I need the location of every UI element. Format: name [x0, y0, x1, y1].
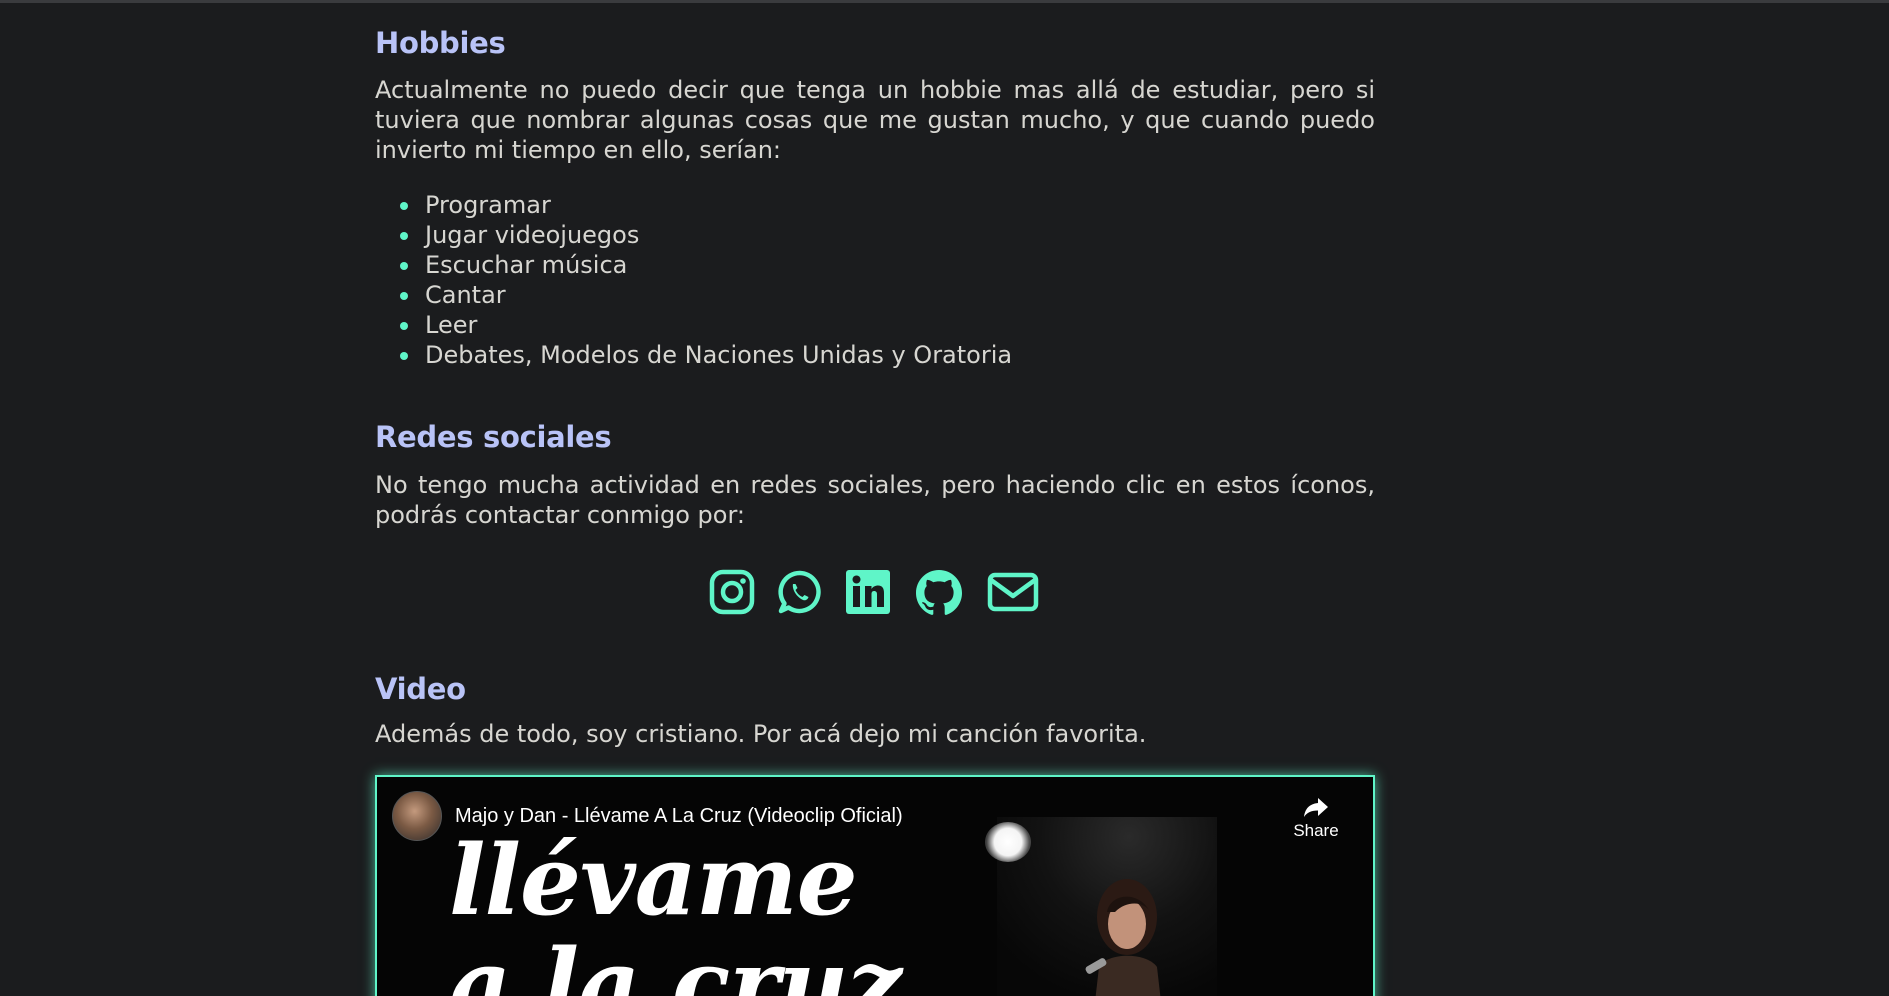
instagram-icon[interactable]: [708, 568, 758, 618]
linkedin-icon[interactable]: [844, 568, 894, 618]
list-item: Jugar videojuegos: [399, 220, 1012, 250]
share-label: Share: [1293, 821, 1339, 840]
hobbies-list: Programar Jugar videojuegos Escuchar mús…: [375, 190, 1012, 370]
singer-figure: [1085, 879, 1161, 996]
hobbies-paragraph: Actualmente no puedo decir que tenga un …: [375, 76, 1375, 164]
video-cover-text: llévame a la cruz: [449, 824, 902, 996]
hobbies-heading: Hobbies: [375, 26, 506, 60]
share-icon: [1304, 798, 1328, 817]
video-embed[interactable]: Majo y Dan - Llévame A La Cruz (Videocli…: [375, 775, 1375, 996]
github-icon[interactable]: [914, 568, 964, 618]
list-item: Leer: [399, 310, 1012, 340]
cover-line-2: a la cruz: [449, 928, 902, 996]
list-item: Cantar: [399, 280, 1012, 310]
stage-light: [985, 822, 1031, 862]
channel-avatar[interactable]: [392, 791, 442, 841]
share-button[interactable]: Share: [1291, 795, 1341, 841]
video-heading: Video: [375, 672, 466, 706]
list-item: Debates, Modelos de Naciones Unidas y Or…: [399, 341, 1013, 369]
email-icon[interactable]: [987, 568, 1039, 618]
list-item: Programar: [399, 190, 1012, 220]
whatsapp-icon[interactable]: [776, 568, 826, 618]
top-border: [0, 0, 1889, 3]
video-paragraph: Además de todo, soy cristiano. Por acá d…: [375, 720, 1147, 748]
social-heading: Redes sociales: [375, 420, 612, 454]
social-paragraph: No tengo mucha actividad en redes social…: [375, 471, 1375, 529]
list-item: Escuchar música: [399, 250, 1012, 280]
cover-line-1: llévame: [449, 824, 858, 937]
